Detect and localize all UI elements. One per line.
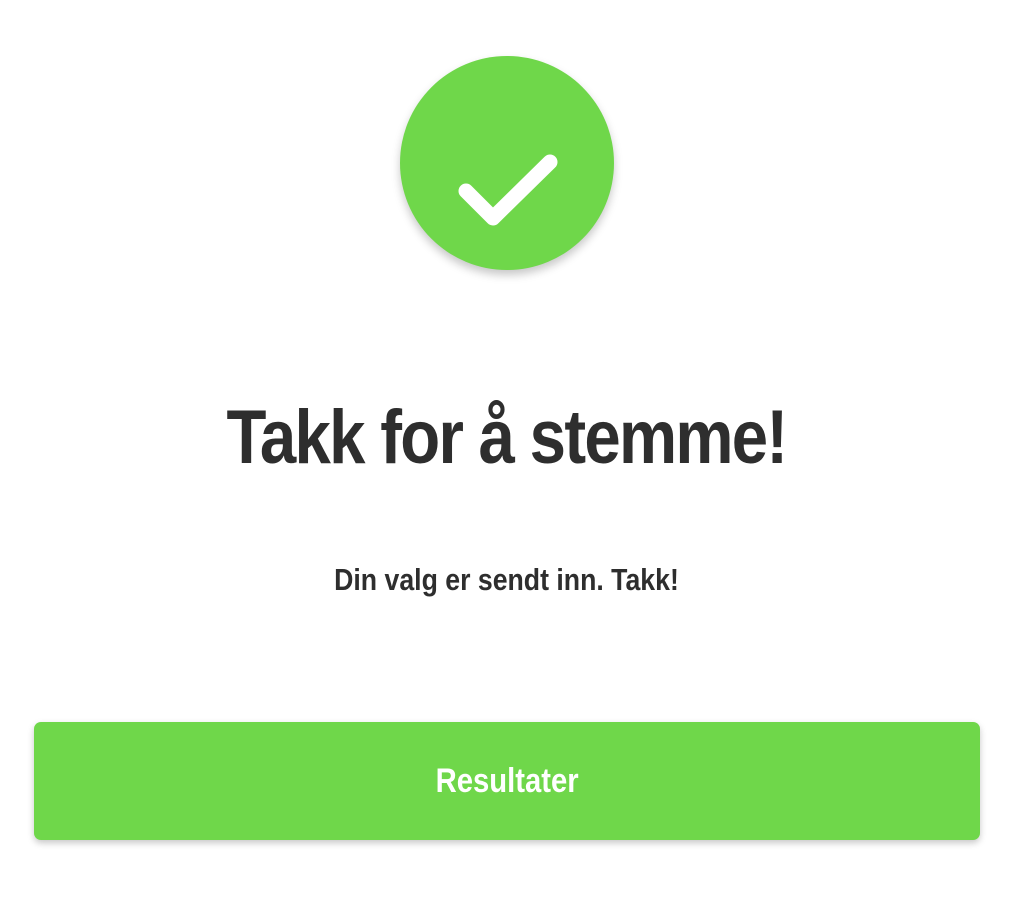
- results-button[interactable]: Resultater: [34, 722, 980, 840]
- checkmark-icon: [458, 154, 558, 226]
- results-button-label: Resultater: [435, 761, 579, 800]
- page-title: Takk for å stemme!: [226, 395, 789, 480]
- confirmation-message: Din valg er sendt inn. Takk!: [334, 562, 679, 597]
- success-badge: [400, 56, 614, 270]
